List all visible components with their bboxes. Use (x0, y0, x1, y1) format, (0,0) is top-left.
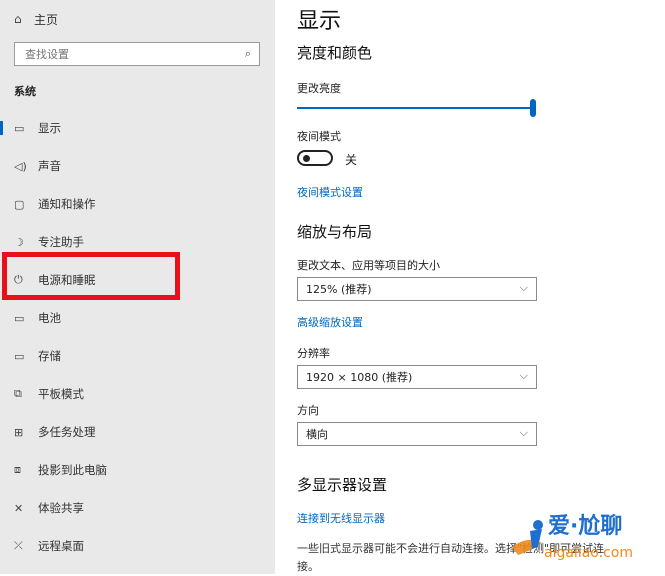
watermark-logo: 爱·尬聊 aigaliao.com (512, 513, 633, 561)
sidebar-item-label: 存储 (38, 349, 61, 363)
watermark-text: 爱·尬聊 (548, 513, 622, 539)
remote-desktop-icon: ⤫ (14, 539, 23, 552)
watermark-url: aigaliao.com (544, 545, 633, 561)
sidebar-item-shared-experiences[interactable]: ✕ 体验共享 (0, 489, 275, 527)
home-icon: ⌂ (14, 12, 22, 26)
sidebar-home[interactable]: ⌂ 主页 (14, 8, 58, 30)
sidebar-item-battery[interactable]: ▭ 电池 (0, 299, 275, 337)
multi-display-section-title: 多显示器设置 (297, 476, 388, 494)
brightness-section-title: 亮度和颜色 (297, 44, 373, 62)
chevron-down-icon: ⌵ (519, 281, 528, 294)
connect-wireless-display-link[interactable]: 连接到无线显示器 (297, 510, 385, 526)
search-box[interactable]: ⌕ (14, 42, 260, 66)
display-icon: ▭ (14, 121, 25, 135)
sidebar-item-label: 电池 (38, 311, 61, 325)
sidebar-item-label: 专注助手 (38, 235, 84, 249)
brightness-slider[interactable] (297, 99, 537, 117)
projecting-icon: ⧈ (14, 463, 21, 476)
night-light-toggle[interactable] (297, 150, 333, 166)
brightness-slider-track (297, 107, 533, 109)
sidebar-item-label: 多任务处理 (38, 425, 96, 439)
sidebar-item-label: 显示 (38, 121, 61, 135)
watermark-dot (533, 520, 543, 530)
battery-icon: ▭ (14, 311, 25, 325)
active-indicator (0, 121, 3, 135)
watermark-figure (530, 529, 542, 549)
section-title: 系统 (14, 85, 36, 98)
resolution-dropdown[interactable]: 1920 × 1080 (推荐) ⌵ (297, 365, 537, 389)
page-title: 显示 (297, 9, 342, 34)
sidebar-item-display[interactable]: ▭ 显示 (0, 109, 275, 147)
scale-section-title: 缩放与布局 (297, 223, 373, 241)
tablet-mode-icon: ⧉ (14, 387, 22, 400)
night-light-label: 夜间模式 (297, 130, 341, 143)
settings-sidebar: ⌂ 主页 ⌕ 系统 ▭ 显示 ◁) 声音 ▢ 通知和操作 ☽ 专注助手 ⏻ 电源… (0, 0, 275, 574)
scale-dropdown-value: 125% (推荐) (306, 283, 372, 296)
sidebar-item-remote-desktop[interactable]: ⤫ 远程桌面 (0, 527, 275, 565)
sidebar-item-notifications[interactable]: ▢ 通知和操作 (0, 185, 275, 223)
sidebar-item-label: 远程桌面 (38, 539, 84, 553)
search-icon[interactable]: ⌕ (245, 47, 251, 61)
chevron-down-icon: ⌵ (519, 426, 528, 439)
night-light-settings-link[interactable]: 夜间模式设置 (297, 184, 363, 200)
highlight-annotation-box (2, 252, 180, 300)
settings-content: 显示 亮度和颜色 更改亮度 夜间模式 关 夜间模式设置 缩放与布局 更改文本、应… (275, 0, 665, 574)
advanced-scaling-link[interactable]: 高级缩放设置 (297, 314, 363, 330)
sidebar-item-projecting[interactable]: ⧈ 投影到此电脑 (0, 451, 275, 489)
resolution-dropdown-value: 1920 × 1080 (推荐) (306, 371, 413, 384)
brightness-slider-thumb[interactable] (530, 99, 536, 117)
sidebar-item-storage[interactable]: ▭ 存储 (0, 337, 275, 375)
notification-icon: ▢ (14, 197, 25, 211)
storage-icon: ▭ (14, 349, 25, 363)
sidebar-item-label: 体验共享 (38, 501, 84, 515)
shared-experiences-icon: ✕ (14, 501, 24, 515)
toggle-knob (303, 154, 310, 162)
orientation-dropdown[interactable]: 横向 ⌵ (297, 422, 537, 446)
chevron-down-icon: ⌵ (519, 369, 528, 382)
scale-dropdown[interactable]: 125% (推荐) ⌵ (297, 277, 537, 301)
night-light-state: 关 (345, 153, 358, 167)
sidebar-item-label: 声音 (38, 159, 61, 173)
sidebar-item-label: 通知和操作 (38, 197, 96, 211)
multi-display-description-line2: 接。 (297, 560, 319, 573)
sidebar-item-multitasking[interactable]: ⊞ 多任务处理 (0, 413, 275, 451)
orientation-label: 方向 (297, 404, 319, 417)
sidebar-item-sound[interactable]: ◁) 声音 (0, 147, 275, 185)
scale-label: 更改文本、应用等项目的大小 (297, 259, 440, 272)
multitasking-icon: ⊞ (14, 425, 24, 439)
brightness-label: 更改亮度 (297, 82, 341, 95)
resolution-label: 分辨率 (297, 347, 330, 360)
sidebar-item-tablet-mode[interactable]: ⧉ 平板模式 (0, 375, 275, 413)
sidebar-item-label: 平板模式 (38, 387, 84, 401)
sound-icon: ◁) (14, 159, 27, 173)
search-input[interactable] (23, 46, 237, 62)
sidebar-home-label: 主页 (34, 12, 59, 27)
focus-assist-icon: ☽ (14, 235, 24, 249)
orientation-dropdown-value: 横向 (306, 428, 328, 441)
sidebar-item-label: 投影到此电脑 (38, 463, 107, 477)
